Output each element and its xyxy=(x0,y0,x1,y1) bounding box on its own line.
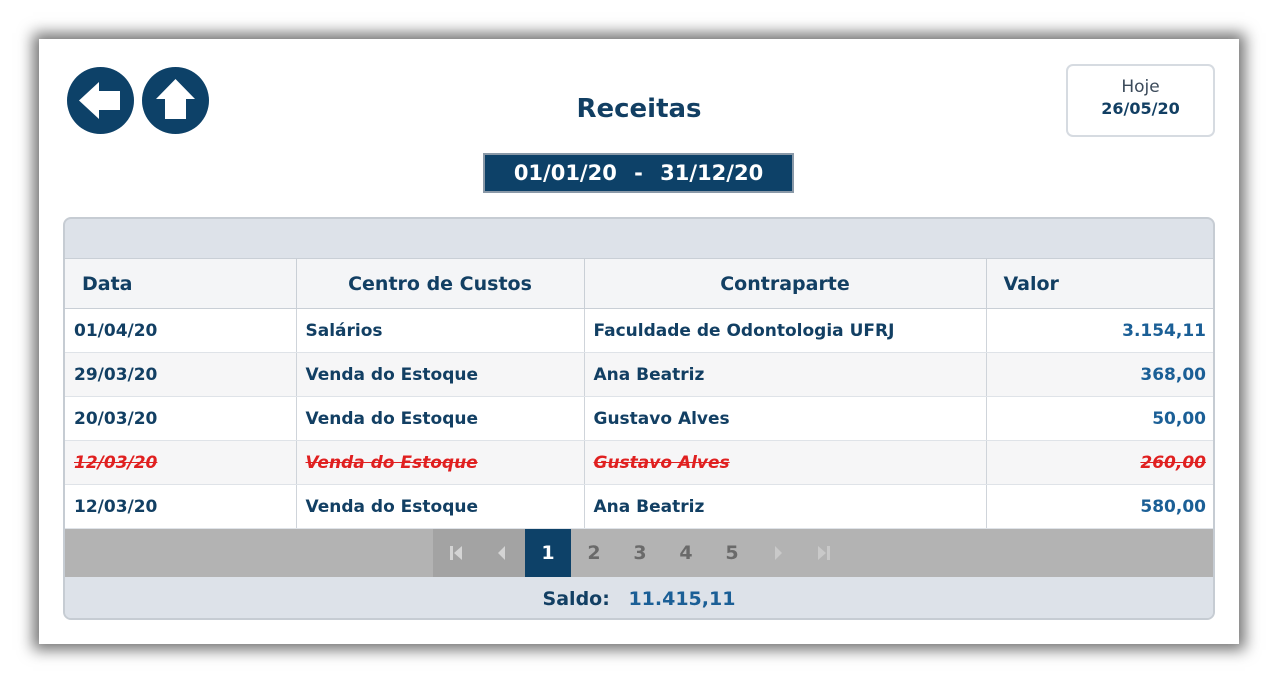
date-range-separator: - xyxy=(634,161,643,185)
pagination: 1 2 3 4 5 xyxy=(65,529,1213,577)
cell-cost-center: Venda do Estoque xyxy=(296,396,585,441)
cell-counterparty: Gustavo Alves xyxy=(584,440,987,485)
balance-label: Saldo: xyxy=(542,588,610,610)
prev-page-button[interactable] xyxy=(479,529,525,577)
cell-value: 50,00 xyxy=(986,396,1213,441)
cell-date: 12/03/20 xyxy=(65,484,297,529)
date-range-button[interactable]: 01/01/20 - 31/12/20 xyxy=(483,153,794,193)
table-row[interactable]: 29/03/20 Venda do Estoque Ana Beatriz 36… xyxy=(65,352,1213,397)
chevron-right-icon xyxy=(775,546,782,560)
page-button-5[interactable]: 5 xyxy=(709,529,755,577)
cell-cost-center: Venda do Estoque xyxy=(296,440,585,485)
today-label: Hoje xyxy=(1121,77,1160,97)
table-row[interactable]: 01/04/20 Salários Faculdade de Odontolog… xyxy=(65,308,1213,353)
table-header-row: Data Centro de Custos Contraparte Valor xyxy=(65,258,1213,309)
first-page-button[interactable] xyxy=(433,529,479,577)
cell-date: 29/03/20 xyxy=(65,352,297,397)
cell-date: 01/04/20 xyxy=(65,308,297,353)
revenue-table: Data Centro de Custos Contraparte Valor … xyxy=(65,258,1213,529)
cell-cost-center: Venda do Estoque xyxy=(296,484,585,529)
last-page-button[interactable] xyxy=(801,529,847,577)
chevron-left-icon xyxy=(498,546,505,560)
cell-value: 368,00 xyxy=(986,352,1213,397)
balance-value: 11.415,11 xyxy=(628,588,736,610)
header-value[interactable]: Valor xyxy=(986,258,1213,309)
cell-counterparty: Faculdade de Odontologia UFRJ xyxy=(584,308,987,353)
cell-value: 3.154,11 xyxy=(986,308,1213,353)
cell-counterparty: Ana Beatriz xyxy=(584,352,987,397)
header-date[interactable]: Data xyxy=(65,258,297,309)
balance-summary: Saldo: 11.415,11 xyxy=(65,577,1213,618)
last-page-icon xyxy=(818,546,830,560)
page-button-3[interactable]: 3 xyxy=(617,529,663,577)
page-button-4[interactable]: 4 xyxy=(663,529,709,577)
page-button-1[interactable]: 1 xyxy=(525,529,571,577)
cell-counterparty: Ana Beatriz xyxy=(584,484,987,529)
cell-cost-center: Venda do Estoque xyxy=(296,352,585,397)
cell-date: 12/03/20 xyxy=(65,440,297,485)
header-cost-center[interactable]: Centro de Custos xyxy=(296,258,585,309)
date-range-end: 31/12/20 xyxy=(660,161,764,185)
page-button-2[interactable]: 2 xyxy=(571,529,617,577)
table-row[interactable]: 12/03/20 Venda do Estoque Ana Beatriz 58… xyxy=(65,484,1213,529)
today-box: Hoje 26/05/20 xyxy=(1066,64,1215,137)
first-page-icon xyxy=(450,546,462,560)
cell-counterparty: Gustavo Alves xyxy=(584,396,987,441)
today-date: 26/05/20 xyxy=(1101,99,1180,118)
table-row[interactable]: 20/03/20 Venda do Estoque Gustavo Alves … xyxy=(65,396,1213,441)
revenue-panel: Data Centro de Custos Contraparte Valor … xyxy=(63,217,1215,620)
cell-cost-center: Salários xyxy=(296,308,585,353)
panel-toolbar xyxy=(65,219,1213,258)
header-counterparty[interactable]: Contraparte xyxy=(584,258,987,309)
cell-value: 260,00 xyxy=(986,440,1213,485)
cell-value: 580,00 xyxy=(986,484,1213,529)
next-page-button[interactable] xyxy=(755,529,801,577)
table-row[interactable]: 12/03/20 Venda do Estoque Gustavo Alves … xyxy=(65,440,1213,485)
cell-date: 20/03/20 xyxy=(65,396,297,441)
date-range-start: 01/01/20 xyxy=(513,161,617,185)
